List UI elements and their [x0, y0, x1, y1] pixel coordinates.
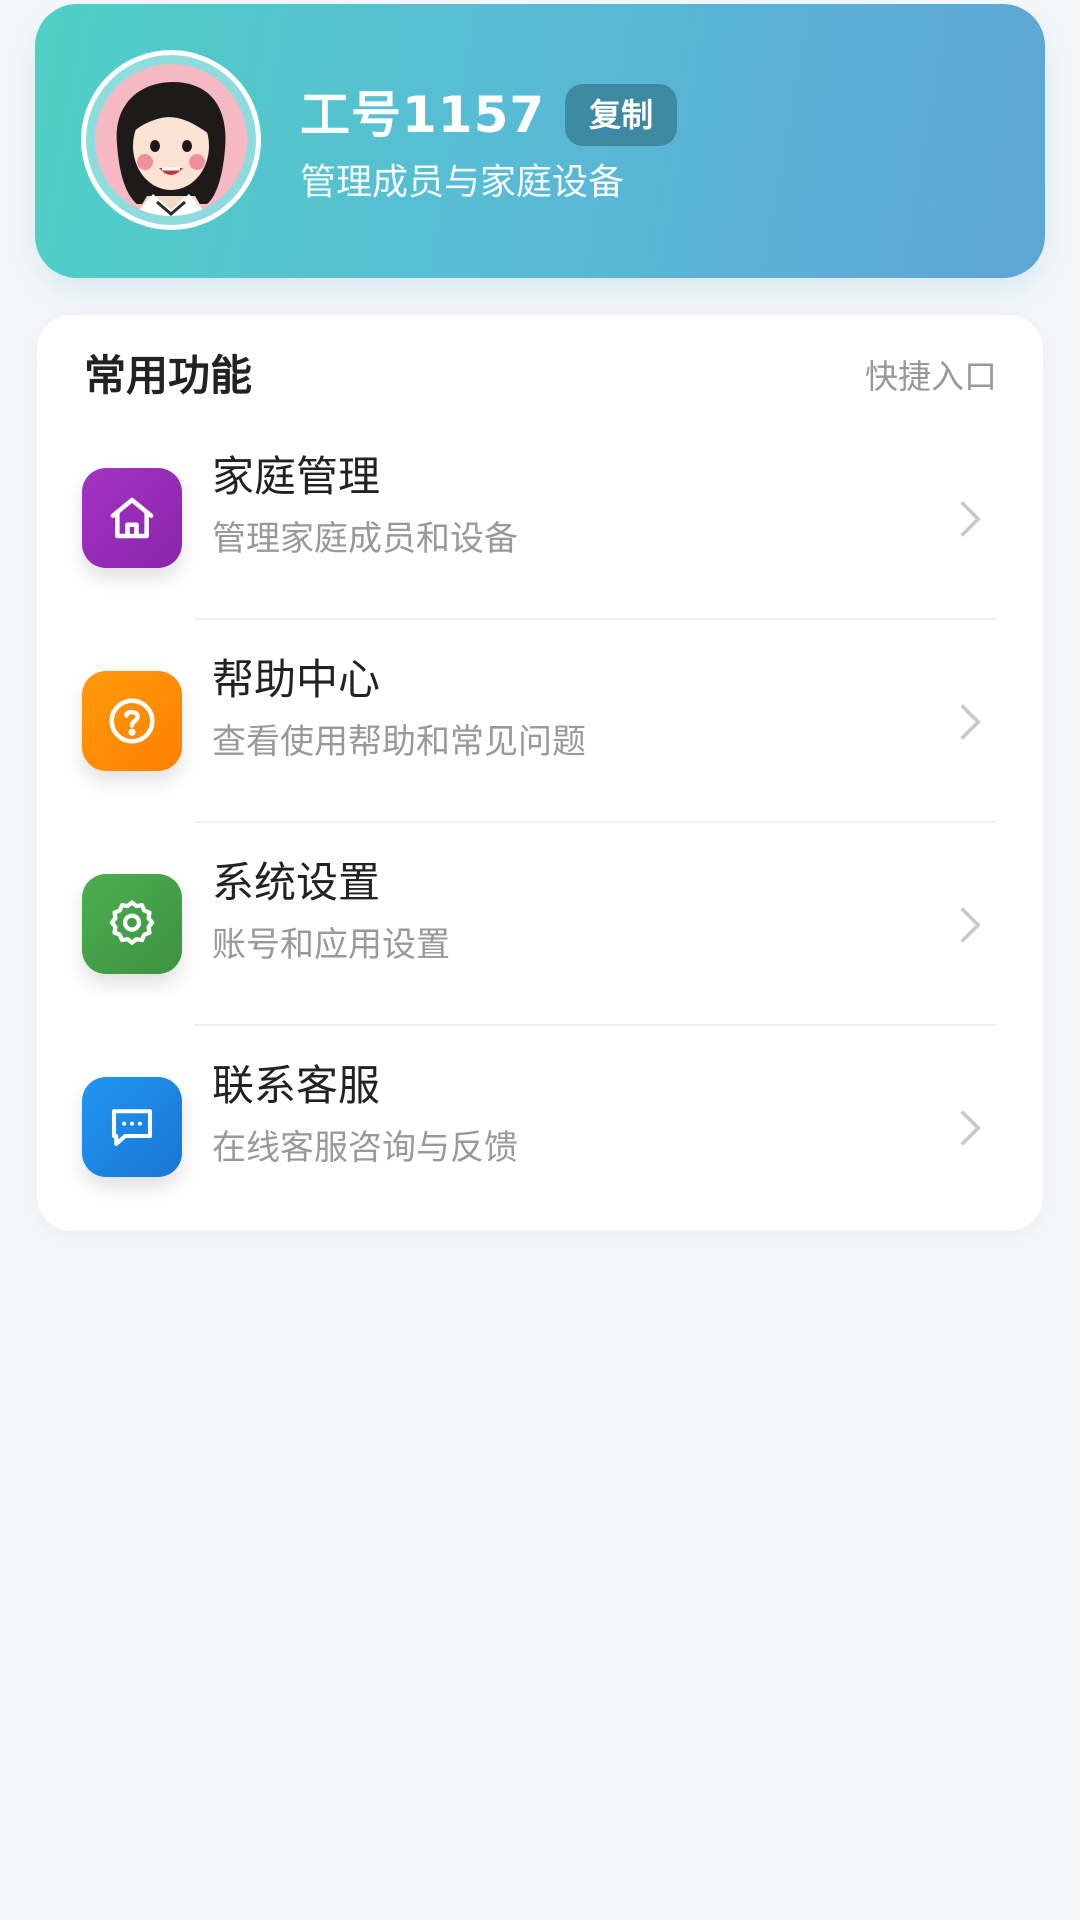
chevron-right-icon [960, 500, 981, 537]
menu-desc: 账号和应用设置 [212, 925, 450, 965]
profile-card: 工号1157 复制 管理成员与家庭设备 [35, 4, 1045, 278]
menu-title: 家庭管理 [212, 452, 381, 501]
menu-title: 帮助中心 [212, 655, 381, 704]
functions-card: 常用功能 快捷入口 家庭管理 管理家庭成员和设备 帮助中心 查看使用帮助和常见问… [37, 315, 1043, 1231]
chevron-right-icon [960, 906, 981, 943]
chat-icon [82, 1076, 182, 1177]
help-icon [82, 670, 182, 771]
menu-item-help-center[interactable]: 帮助中心 查看使用帮助和常见问题 [37, 620, 1043, 823]
menu-item-customer-service[interactable]: 联系客服 在线客服咨询与反馈 [37, 1026, 1043, 1229]
profile-name-row: 工号1157 复制 [300, 82, 678, 148]
menu-title: 系统设置 [212, 858, 381, 907]
avatar-woman-icon [95, 64, 247, 216]
chevron-right-icon [960, 703, 981, 740]
page: 工号1157 复制 管理成员与家庭设备 常用功能 快捷入口 家庭管理 管理家庭成… [0, 0, 1080, 1920]
employee-id: 工号1157 [300, 86, 546, 144]
menu-item-system-settings[interactable]: 系统设置 账号和应用设置 [37, 823, 1043, 1026]
chevron-right-icon [960, 1109, 981, 1146]
avatar[interactable] [81, 50, 261, 230]
menu-desc: 管理家庭成员和设备 [212, 519, 518, 559]
gear-icon [82, 873, 182, 974]
copy-button[interactable]: 复制 [565, 84, 678, 146]
menu-item-family-management[interactable]: 家庭管理 管理家庭成员和设备 [37, 417, 1043, 620]
home-icon [82, 467, 182, 568]
section-title: 常用功能 [84, 351, 253, 400]
profile-subtitle: 管理成员与家庭设备 [300, 162, 625, 203]
menu-title: 联系客服 [212, 1061, 381, 1110]
menu-desc: 查看使用帮助和常见问题 [212, 722, 586, 762]
menu-desc: 在线客服咨询与反馈 [212, 1128, 518, 1168]
section-hint: 快捷入口 [865, 357, 997, 396]
